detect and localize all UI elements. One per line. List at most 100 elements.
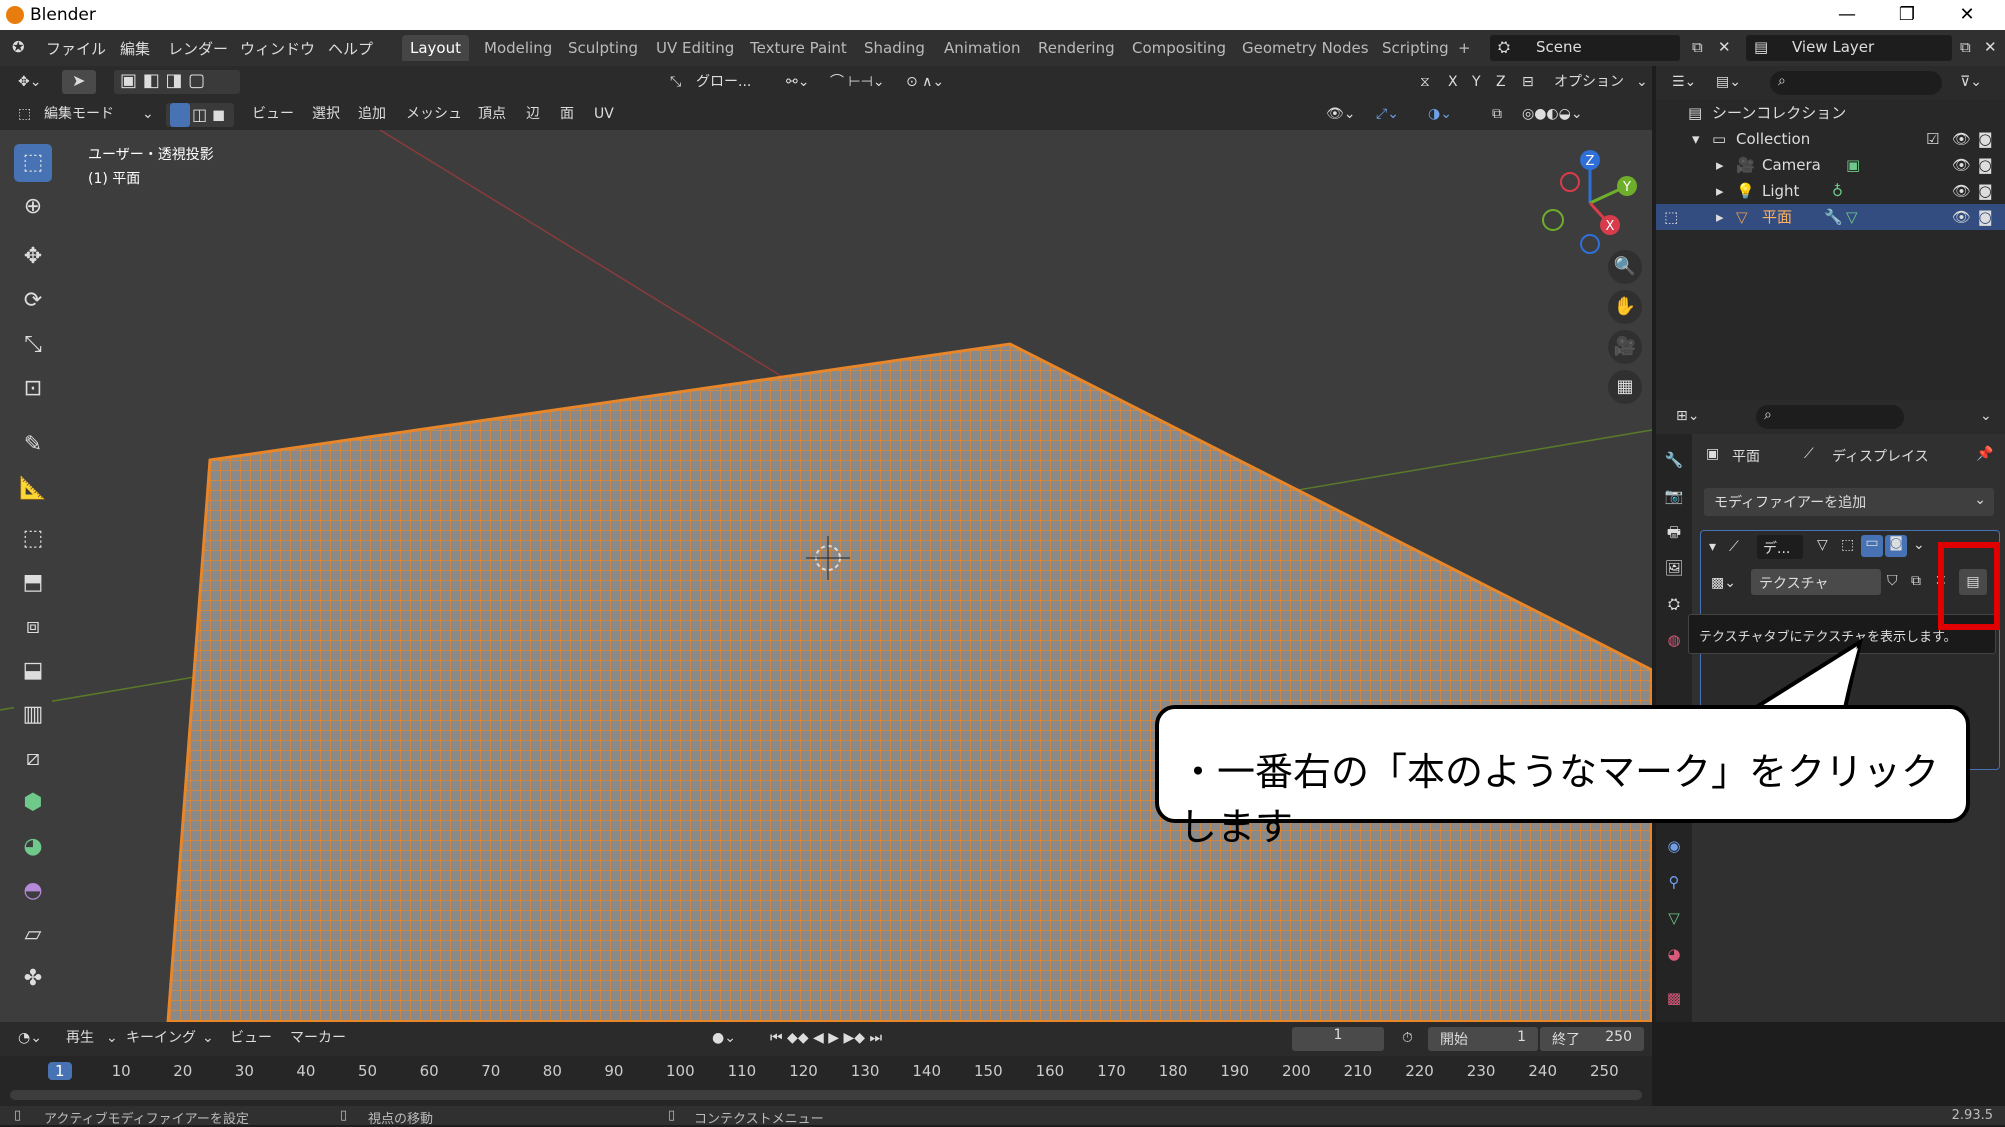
menu-mesh[interactable]: メッシュ — [400, 103, 468, 125]
on-cage-icon[interactable]: ▽ — [1817, 537, 1828, 553]
tab-geometry-nodes[interactable]: Geometry Nodes — [1234, 35, 1377, 61]
camera-expand-icon[interactable]: ▸ — [1716, 152, 1724, 178]
current-frame-input[interactable]: 1 — [1292, 1027, 1384, 1051]
auto-merge-icon[interactable]: ⊟ — [1516, 71, 1540, 93]
texture-name-field[interactable]: テクスチャ — [1751, 569, 1881, 595]
extrude-tool[interactable]: ⬒ — [14, 564, 52, 602]
camera-view-icon[interactable]: 🎥 — [1608, 330, 1642, 364]
rip-tool[interactable]: ✤ — [14, 960, 52, 998]
snap-icon[interactable]: ⌒ ⊢⊣⌄ — [824, 71, 891, 93]
collection-checkbox[interactable]: ☑ — [1926, 126, 1939, 152]
tool-tab-icon[interactable]: 🔧 — [1662, 448, 1686, 472]
menu-edit[interactable]: 編集 — [120, 38, 150, 59]
tab-uv-editing[interactable]: UV Editing — [648, 35, 742, 61]
menu-uv[interactable]: UV — [588, 103, 620, 125]
bevel-tool[interactable]: ⬓ — [14, 652, 52, 690]
menu-window[interactable]: ウィンドウ — [240, 38, 315, 59]
tab-layout[interactable]: Layout — [402, 35, 469, 61]
face-select-icon[interactable]: ◼ — [212, 105, 225, 124]
add-cube-tool[interactable]: ⬚ — [14, 520, 52, 558]
shear-tool[interactable]: ▱ — [14, 916, 52, 954]
poly-build-tool[interactable]: ⬢ — [14, 784, 52, 822]
fake-user-shield-icon[interactable]: ⛉ — [1887, 573, 1898, 589]
outliner-item-camera[interactable]: ▸ 🎥 Camera ▣ 👁 ◙ — [1656, 152, 2005, 178]
tab-compositing[interactable]: Compositing — [1124, 35, 1234, 61]
3d-viewport[interactable]: ユーザー・透視投影 (1) 平面 Z Y X 🔍 ✋ 🎥 ▦ — [0, 130, 1652, 1022]
menu-timeline-view[interactable]: ビュー — [224, 1027, 278, 1049]
render-toggle-icon[interactable]: ◙ — [1885, 535, 1907, 557]
edit-mode-indicator-icon[interactable]: ⬚ — [1664, 204, 1678, 230]
edit-mode-toggle-icon[interactable]: ⬚ — [1841, 537, 1854, 553]
output-tab-icon[interactable]: 🖶 — [1662, 520, 1686, 544]
collection-expand-icon[interactable]: ▾ — [1692, 126, 1700, 152]
plane-expand-icon[interactable]: ▸ — [1716, 204, 1724, 230]
outliner-item-light[interactable]: ▸ 💡 Light ♁ 👁 ◙ — [1656, 178, 2005, 204]
outliner-scene-collection[interactable]: ▤ シーンコレクション — [1656, 100, 2005, 126]
edge-select-icon[interactable]: ◫ — [192, 105, 207, 124]
light-expand-icon[interactable]: ▸ — [1716, 178, 1724, 204]
vertex-select-icon[interactable] — [170, 103, 190, 127]
loop-cut-tool[interactable]: ▥ — [14, 696, 52, 734]
new-scene-icon[interactable]: ⧉ — [1692, 38, 1703, 56]
menu-view[interactable]: ビュー — [246, 103, 300, 125]
minimize-button[interactable]: — — [1827, 2, 1867, 28]
xray-icon[interactable]: ⧉ — [1486, 103, 1508, 125]
shading-modes-icon[interactable]: ◎●◐◒⌄ — [1516, 103, 1589, 125]
rotate-tool[interactable]: ⟳ — [14, 282, 52, 320]
knife-tool[interactable]: ⧄ — [14, 740, 52, 778]
outliner-search-input[interactable]: ⌕ — [1770, 71, 1942, 95]
pin-icon[interactable]: 📌 — [1976, 446, 1993, 462]
menu-vertex[interactable]: 頂点 — [472, 103, 512, 125]
axis-x-toggle[interactable]: X — [1442, 71, 1464, 93]
constraints-tab-icon[interactable]: ⚲ — [1662, 870, 1686, 894]
mesh-select-mode[interactable]: ◫ ◼ — [166, 103, 234, 127]
tab-scripting[interactable]: Scripting — [1374, 35, 1457, 61]
view-layer-tab-icon[interactable]: 🖼 — [1662, 556, 1686, 580]
cursor-tool[interactable]: ⊕ — [14, 188, 52, 226]
selection-mode-buttons[interactable]: ▣ ◧ ◨ ▢ — [114, 70, 240, 94]
mirror-icon[interactable]: ⧖ — [1414, 71, 1436, 93]
modifier-menu-chevron-icon[interactable]: ⌄ — [1913, 537, 1925, 553]
tab-sculpting[interactable]: Sculpting — [560, 35, 646, 61]
texture-tab-icon[interactable]: ▩ — [1662, 986, 1686, 1010]
tab-texture-paint[interactable]: Texture Paint — [742, 35, 855, 61]
move-tool[interactable]: ✥ — [14, 238, 52, 276]
options-dropdown[interactable]: オプション — [1548, 71, 1630, 93]
view-layer-selector[interactable]: ▤ View Layer — [1746, 35, 1952, 61]
delete-view-layer-icon[interactable]: ✕ — [1984, 38, 1997, 56]
data-tab-icon[interactable]: ▽ — [1662, 906, 1686, 930]
transform-orientation-dropdown[interactable]: グロー... — [690, 71, 757, 93]
collection-render-icon[interactable]: ◙ — [1978, 126, 1993, 152]
proportional-edit-icon[interactable]: ⊙ ∧⌄ — [900, 71, 950, 93]
end-frame-input[interactable]: 終了 250 — [1540, 1027, 1644, 1051]
texture-browse-icon[interactable]: ▩⌄ — [1711, 575, 1736, 591]
camera-visibility-icon[interactable]: 👁 — [1952, 152, 1971, 178]
collection-visibility-icon[interactable]: 👁 — [1952, 126, 1971, 152]
material-tab-icon[interactable]: ◕ — [1662, 942, 1686, 966]
close-button[interactable]: ✕ — [1947, 2, 1987, 28]
gizmo-icon[interactable]: ⤢⌄ — [1370, 103, 1405, 125]
menu-render[interactable]: レンダー — [168, 38, 228, 59]
outliner-item-plane[interactable]: ⬚ ▸ ▽ 平面 🔧 ▽ 👁 ◙ — [1656, 204, 2005, 230]
tab-animation[interactable]: Animation — [936, 35, 1028, 61]
tab-modeling[interactable]: Modeling — [476, 35, 560, 61]
tab-shading[interactable]: Shading — [856, 35, 933, 61]
menu-add[interactable]: 追加 — [352, 103, 392, 125]
light-visibility-icon[interactable]: 👁 — [1952, 178, 1971, 204]
duplicate-texture-icon[interactable]: ⧉ — [1911, 573, 1921, 589]
scene-tab-icon[interactable]: ⛭ — [1662, 592, 1686, 616]
plane-visibility-icon[interactable]: 👁 — [1952, 204, 1971, 230]
menu-help[interactable]: ヘルプ — [328, 38, 373, 59]
menu-keying[interactable]: キーイング — [120, 1027, 202, 1049]
transform-orientation-icon[interactable]: ⤡ — [664, 71, 687, 93]
camera-data-icon[interactable]: ▣ — [1846, 152, 1860, 178]
playback-controls[interactable]: ⏮ ◆◆ ◀ ▶ ▶◆ ⏭ — [764, 1027, 888, 1049]
add-modifier-dropdown[interactable]: モディファイアーを追加 ⌄ — [1704, 488, 1994, 516]
annotate-tool[interactable]: ✎ — [14, 426, 52, 464]
modifier-collapse-icon[interactable]: ▾ — [1709, 539, 1716, 555]
smooth-tool[interactable]: ◓ — [14, 872, 52, 910]
spin-tool[interactable]: ◕ — [14, 828, 52, 866]
properties-search-input[interactable]: ⌕ — [1756, 405, 1904, 429]
menu-playback[interactable]: 再生 — [60, 1027, 100, 1049]
start-frame-input[interactable]: 開始 1 — [1428, 1027, 1538, 1051]
